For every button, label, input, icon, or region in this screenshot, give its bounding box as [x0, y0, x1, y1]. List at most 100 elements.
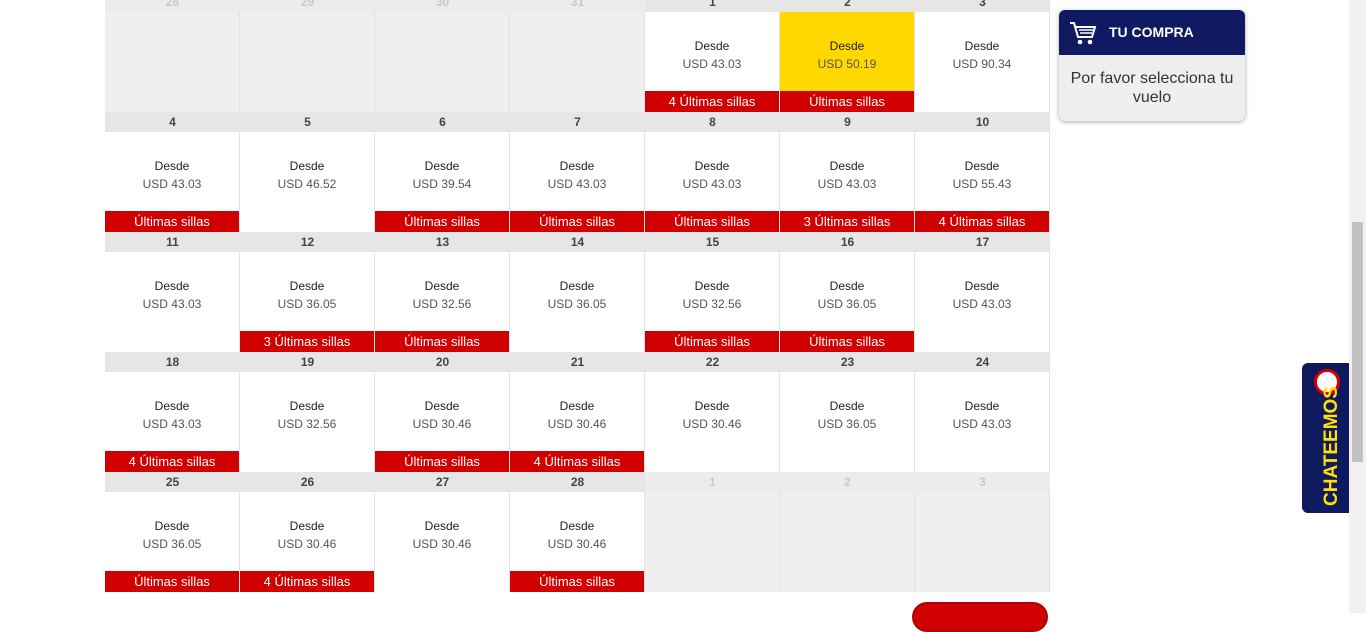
calendar-day-selected[interactable]: 2 Desde USD 50.19 Últimas sillas	[780, 0, 915, 112]
day-price: USD 43.03	[817, 177, 877, 191]
day-body[interactable]: Desde USD 43.03 4 Últimas sillas	[645, 12, 780, 112]
day-body[interactable]: Desde USD 36.05 Últimas sillas	[105, 492, 240, 592]
desde-label: Desde	[829, 279, 865, 293]
day-body[interactable]: Desde USD 36.05	[510, 252, 645, 352]
day-body[interactable]: Desde USD 43.03 Últimas sillas	[510, 132, 645, 232]
calendar-day[interactable]: 6 Desde USD 39.54 Últimas sillas	[375, 112, 510, 232]
desde-label: Desde	[289, 279, 325, 293]
calendar-day[interactable]: 27 Desde USD 30.46	[375, 472, 510, 592]
purchase-summary-header: TU COMPRA	[1059, 10, 1245, 55]
day-body[interactable]: Desde USD 30.46 Últimas sillas	[510, 492, 645, 592]
day-body[interactable]: Desde USD 36.05	[780, 372, 915, 472]
calendar-day[interactable]: 16 Desde USD 36.05 Últimas sillas	[780, 232, 915, 352]
day-body[interactable]: Desde USD 32.56 Últimas sillas	[375, 252, 510, 352]
day-body[interactable]: Desde USD 43.03	[915, 372, 1050, 472]
day-body[interactable]: Desde USD 36.05 Últimas sillas	[780, 252, 915, 352]
calendar-day[interactable]: 13 Desde USD 32.56 Últimas sillas	[375, 232, 510, 352]
calendar-day[interactable]: 11 Desde USD 43.03	[105, 232, 240, 352]
desde-label: Desde	[424, 159, 460, 173]
calendar-day[interactable]: 28 Desde USD 30.46 Últimas sillas	[510, 472, 645, 592]
desde-label: Desde	[694, 399, 730, 413]
last-seats-badge: Últimas sillas	[375, 451, 509, 472]
day-body[interactable]: Desde USD 30.46	[375, 492, 510, 592]
day-body[interactable]: Desde USD 50.19 Últimas sillas	[780, 12, 915, 112]
calendar-day[interactable]: 10 Desde USD 55.43 4 Últimas sillas	[915, 112, 1050, 232]
calendar-day[interactable]: 12 Desde USD 36.05 3 Últimas sillas	[240, 232, 375, 352]
day-body[interactable]: Desde USD 43.03 Últimas sillas	[645, 132, 780, 232]
day-number: 30	[375, 0, 510, 12]
calendar-day[interactable]: 15 Desde USD 32.56 Últimas sillas	[645, 232, 780, 352]
day-body[interactable]: Desde USD 30.46 Últimas sillas	[375, 372, 510, 472]
calendar-day[interactable]: 4 Desde USD 43.03 Últimas sillas	[105, 112, 240, 232]
day-number: 26	[240, 472, 375, 492]
last-seats-badge: Últimas sillas	[780, 331, 914, 352]
day-body[interactable]: Desde USD 43.03 Últimas sillas	[105, 132, 240, 232]
calendar-day[interactable]: 20 Desde USD 30.46 Últimas sillas	[375, 352, 510, 472]
calendar-day[interactable]: 8 Desde USD 43.03 Últimas sillas	[645, 112, 780, 232]
calendar-day[interactable]: 1 Desde USD 43.03 4 Últimas sillas	[645, 0, 780, 112]
calendar-day[interactable]: 21 Desde USD 30.46 4 Últimas sillas	[510, 352, 645, 472]
day-price: USD 36.05	[817, 417, 877, 431]
calendar-day[interactable]: 23 Desde USD 36.05	[780, 352, 915, 472]
day-body[interactable]: Desde USD 32.56 Últimas sillas	[645, 252, 780, 352]
calendar-day[interactable]: 25 Desde USD 36.05 Últimas sillas	[105, 472, 240, 592]
day-body[interactable]: Desde USD 39.54 Últimas sillas	[375, 132, 510, 232]
day-price: USD 43.03	[547, 177, 607, 191]
calendar-day-outside-month: 2	[780, 472, 915, 592]
day-body[interactable]: Desde USD 43.03	[105, 252, 240, 352]
day-number: 15	[645, 232, 780, 252]
day-price: USD 30.46	[547, 417, 607, 431]
calendar-day[interactable]: 24 Desde USD 43.03	[915, 352, 1050, 472]
page-scrollbar[interactable]	[1349, 0, 1366, 613]
scrollbar-thumb[interactable]	[1352, 222, 1363, 462]
day-body[interactable]: Desde USD 43.03 3 Últimas sillas	[780, 132, 915, 232]
day-body	[240, 12, 375, 112]
day-number: 29	[240, 0, 375, 12]
desde-label: Desde	[694, 279, 730, 293]
day-price: USD 30.46	[412, 537, 472, 551]
last-seats-badge: Últimas sillas	[105, 211, 239, 232]
desde-label: Desde	[289, 519, 325, 533]
day-body[interactable]: Desde USD 55.43 4 Últimas sillas	[915, 132, 1050, 232]
day-body	[105, 12, 240, 112]
calendar-day[interactable]: 17 Desde USD 43.03	[915, 232, 1050, 352]
continue-button[interactable]	[912, 602, 1048, 632]
day-body[interactable]: Desde USD 46.52	[240, 132, 375, 232]
day-body[interactable]: Desde USD 30.46	[645, 372, 780, 472]
day-body[interactable]: Desde USD 30.46 4 Últimas sillas	[510, 372, 645, 472]
calendar-day[interactable]: 22 Desde USD 30.46	[645, 352, 780, 472]
day-number: 23	[780, 352, 915, 372]
day-price: USD 36.05	[817, 297, 877, 311]
desde-label: Desde	[694, 39, 730, 53]
day-number: 21	[510, 352, 645, 372]
desde-label: Desde	[154, 159, 190, 173]
calendar-day[interactable]: 19 Desde USD 32.56	[240, 352, 375, 472]
desde-label: Desde	[694, 159, 730, 173]
calendar-week: 25 Desde USD 36.05 Últimas sillas 26 Desde USD…	[105, 472, 1051, 592]
day-number: 14	[510, 232, 645, 252]
day-body[interactable]: Desde USD 36.05 3 Últimas sillas	[240, 252, 375, 352]
day-number: 22	[645, 352, 780, 372]
day-number: 28	[105, 0, 240, 12]
calendar-day[interactable]: 5 Desde USD 46.52	[240, 112, 375, 232]
calendar-day[interactable]: 3 Desde USD 90.34	[915, 0, 1050, 112]
day-body[interactable]: Desde USD 30.46 4 Últimas sillas	[240, 492, 375, 592]
day-number: 1	[645, 0, 780, 12]
chat-button[interactable]: CHATEEMOS	[1302, 363, 1349, 513]
desde-label: Desde	[964, 39, 1000, 53]
last-seats-badge: 4 Últimas sillas	[510, 451, 644, 472]
calendar-day[interactable]: 14 Desde USD 36.05	[510, 232, 645, 352]
calendar-day[interactable]: 26 Desde USD 30.46 4 Últimas sillas	[240, 472, 375, 592]
day-body[interactable]: Desde USD 43.03	[915, 252, 1050, 352]
day-number: 19	[240, 352, 375, 372]
day-body[interactable]: Desde USD 32.56	[240, 372, 375, 472]
last-seats-badge: 3 Últimas sillas	[240, 331, 374, 352]
calendar-day[interactable]: 9 Desde USD 43.03 3 Últimas sillas	[780, 112, 915, 232]
calendar-day[interactable]: 7 Desde USD 43.03 Últimas sillas	[510, 112, 645, 232]
day-number: 13	[375, 232, 510, 252]
calendar-day[interactable]: 18 Desde USD 43.03 4 Últimas sillas	[105, 352, 240, 472]
day-price: USD 90.34	[952, 57, 1012, 71]
day-body[interactable]: Desde USD 90.34	[915, 12, 1050, 112]
day-body[interactable]: Desde USD 43.03 4 Últimas sillas	[105, 372, 240, 472]
day-number: 27	[375, 472, 510, 492]
